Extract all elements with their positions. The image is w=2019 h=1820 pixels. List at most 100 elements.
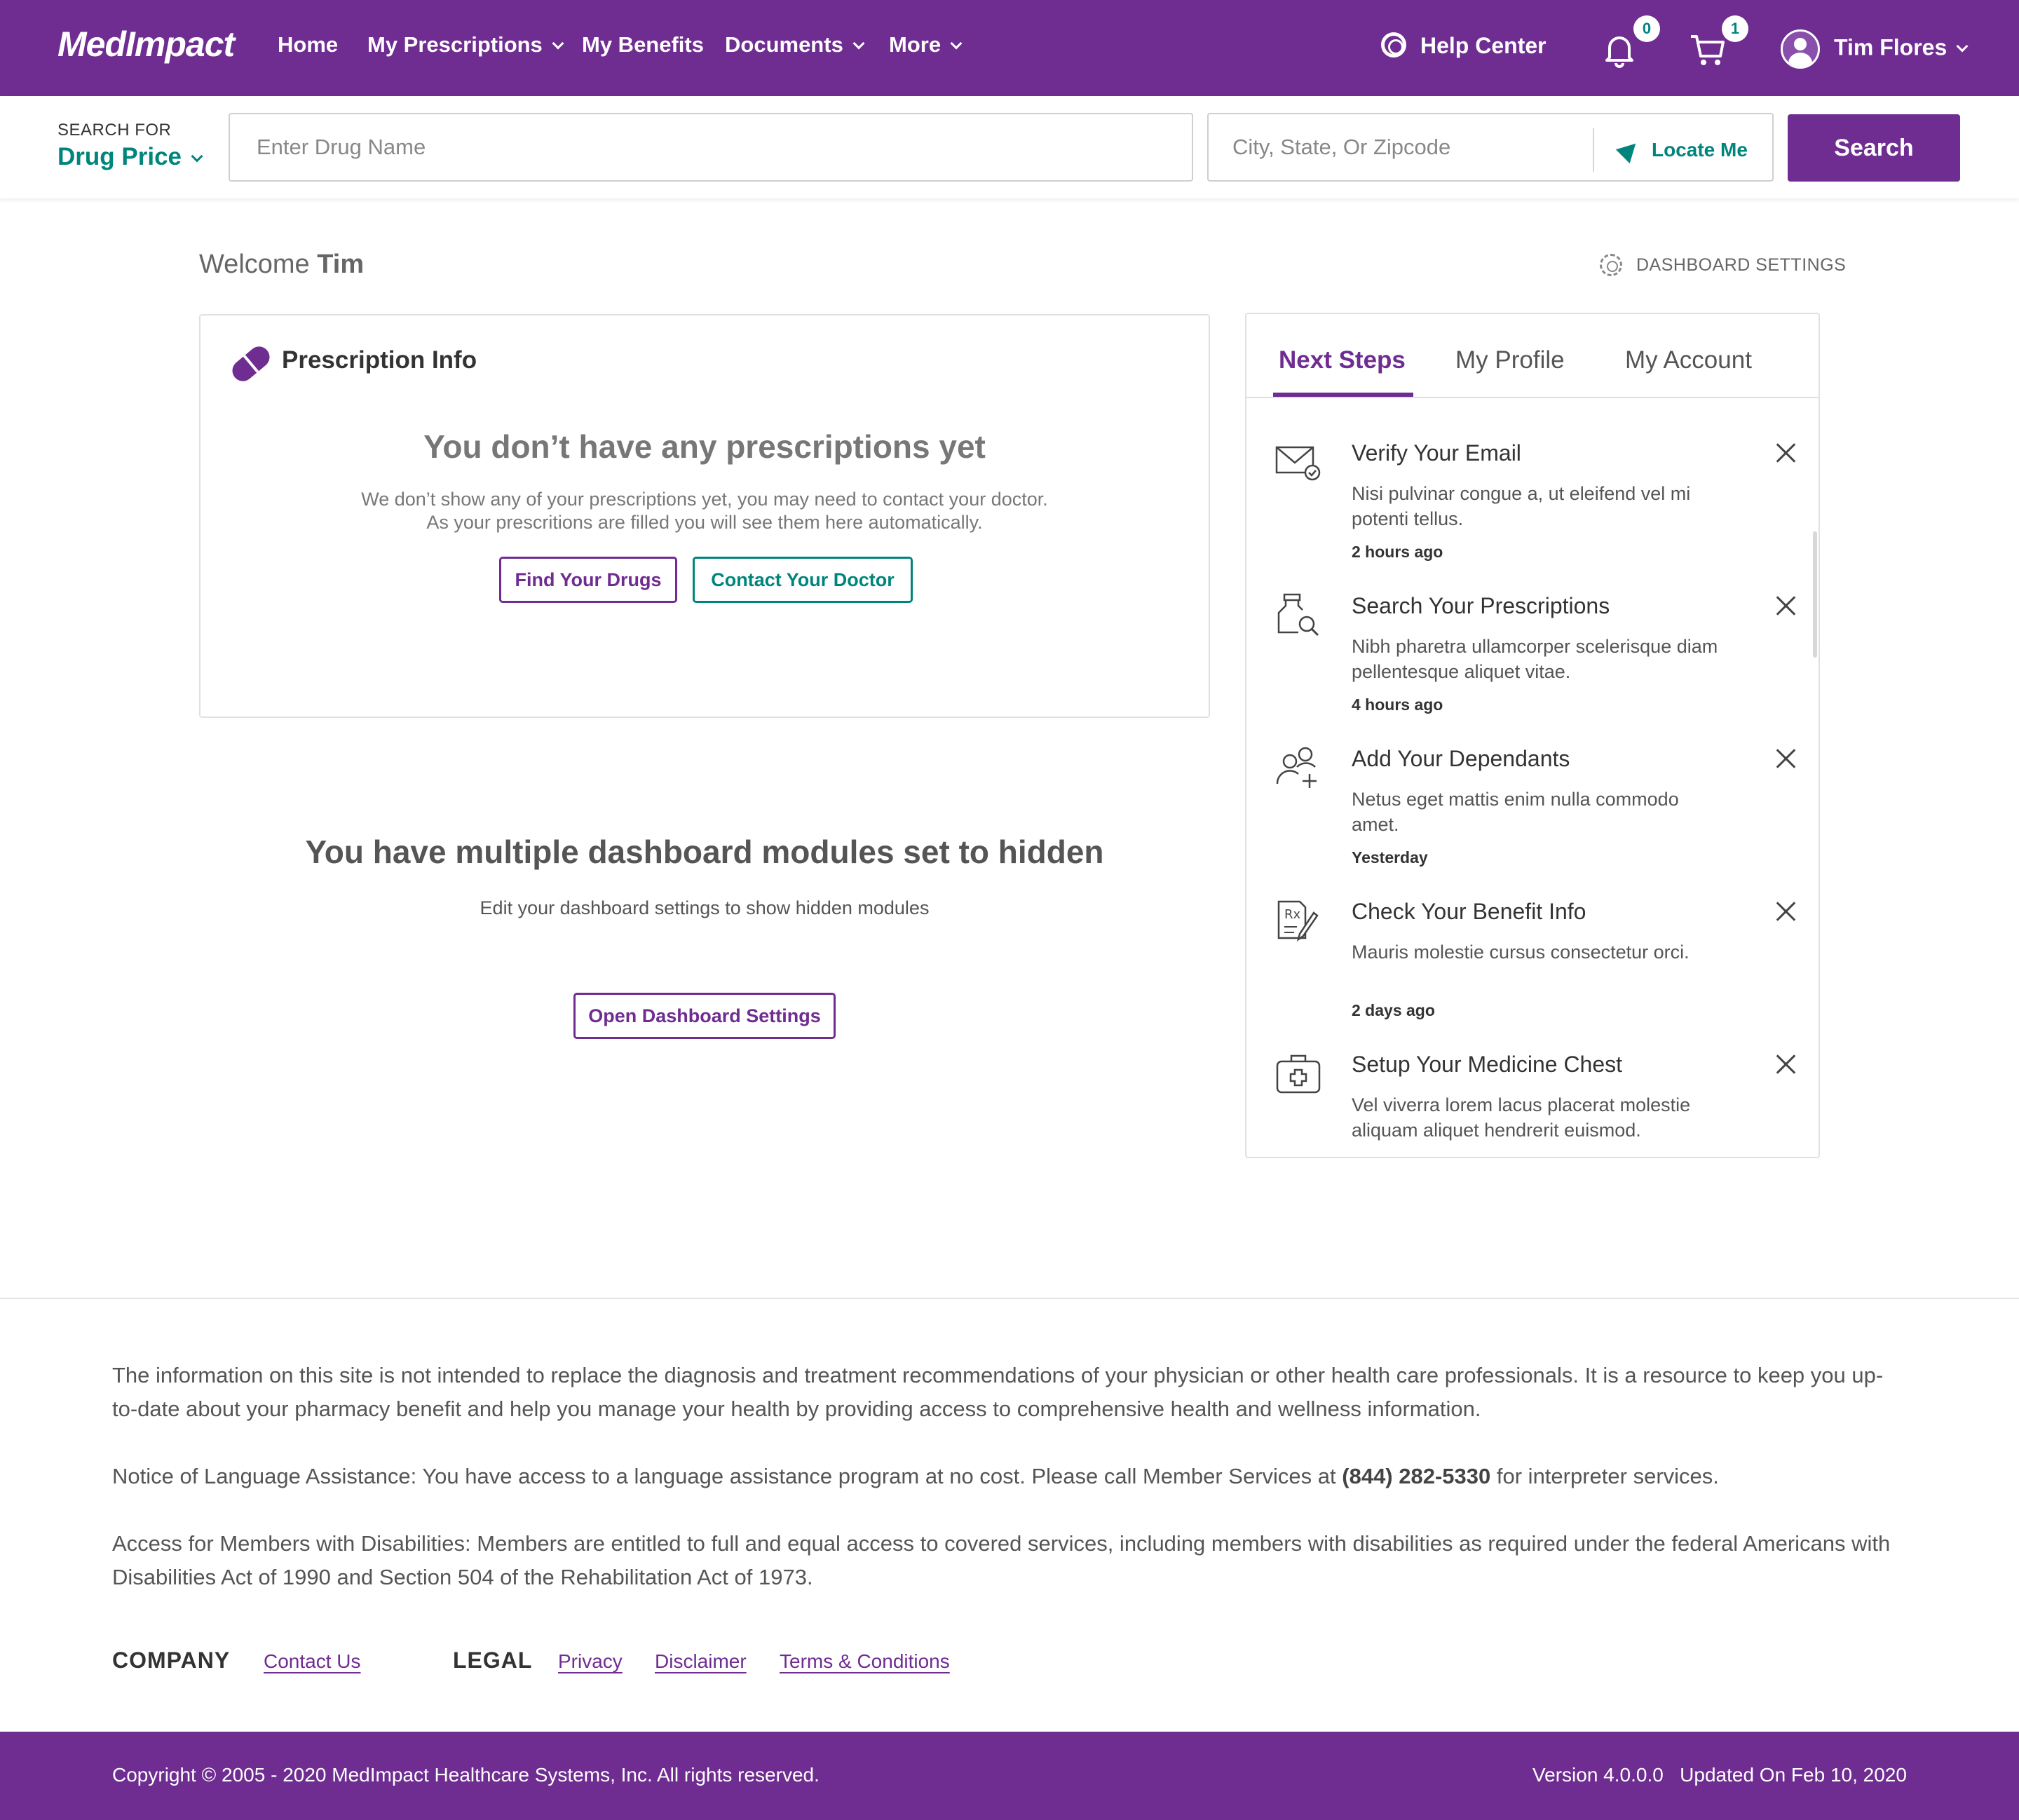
list-item: Search Your Prescriptions Nibh pharetra …: [1246, 590, 1819, 743]
drug-name-placeholder: Enter Drug Name: [257, 135, 426, 159]
locate-me-button[interactable]: Locate Me: [1593, 128, 1748, 172]
chevron-down-icon: [191, 150, 203, 163]
step-title: Check Your Benefit Info: [1352, 899, 1586, 924]
list-item: Rx Check Your Benefit Info Mauris molest…: [1246, 896, 1819, 1049]
footer-language-notice: Notice of Language Assistance: You have …: [112, 1460, 1907, 1493]
nav-my-prescriptions-label: My Prescriptions: [367, 32, 543, 57]
drug-name-input[interactable]: Enter Drug Name: [229, 113, 1193, 182]
list-item: Add Your Dependants Netus eget mattis en…: [1246, 743, 1819, 896]
search-type-select[interactable]: Drug Price: [57, 143, 203, 171]
panel-tabs: Next Steps My Profile My Account: [1246, 314, 1819, 398]
cart-icon: [1691, 35, 1725, 65]
rx-document-icon: Rx: [1277, 900, 1319, 942]
tab-my-account[interactable]: My Account: [1625, 346, 1752, 374]
find-your-drugs-button[interactable]: Find Your Drugs: [499, 557, 677, 603]
tab-my-profile[interactable]: My Profile: [1455, 346, 1565, 374]
step-description: Mauris molestie cursus consectetur orci.: [1352, 942, 1690, 963]
footer-divider: [0, 1298, 2019, 1299]
step-description: Nisi pulvinar congue a, ut eleifend vel …: [1352, 483, 1691, 529]
close-icon[interactable]: [1774, 746, 1799, 771]
step-time: 2 days ago: [1352, 1001, 1435, 1019]
locate-me-label: Locate Me: [1652, 139, 1748, 161]
empty-state-title: You don’t have any prescriptions yet: [423, 428, 986, 465]
version-info: Version 4.0.0.0 Updated On Feb 10, 2020: [1532, 1764, 1907, 1786]
step-title: Setup Your Medicine Chest: [1352, 1052, 1623, 1077]
step-time: Yesterday: [1352, 848, 1428, 867]
contact-your-doctor-button[interactable]: Contact Your Doctor: [693, 557, 913, 603]
nav-documents[interactable]: Documents: [725, 32, 865, 57]
list-item: Setup Your Medicine Chest Vel viverra lo…: [1246, 1049, 1819, 1157]
active-tab-indicator: [1273, 393, 1413, 397]
welcome-name: Tim: [317, 250, 365, 279]
legal-heading: LEGAL: [453, 1648, 533, 1673]
search-for-label: SEARCH FOR: [57, 121, 172, 140]
language-notice-prefix: Notice of Language Assistance: You have …: [112, 1464, 1336, 1488]
nav-more-label: More: [889, 32, 941, 57]
bell-icon: [1605, 36, 1633, 68]
nav-home-label: Home: [278, 32, 339, 57]
pill-icon: [228, 342, 274, 386]
updated-date: Updated On Feb 10, 2020: [1680, 1764, 1907, 1786]
step-description: Nibh pharetra ullamcorper scelerisque di…: [1352, 636, 1718, 682]
step-title: Search Your Prescriptions: [1352, 593, 1610, 618]
envelope-check-icon: [1275, 446, 1321, 481]
dashboard-settings-link[interactable]: DASHBOARD SETTINGS: [1600, 254, 1846, 276]
tab-next-steps[interactable]: Next Steps: [1279, 346, 1406, 374]
close-icon[interactable]: [1774, 899, 1799, 924]
location-placeholder: City, State, Or Zipcode: [1232, 135, 1451, 159]
avatar: [1781, 29, 1820, 69]
user-menu[interactable]: Tim Flores: [1781, 29, 1969, 69]
footer-disclaimer-text: The information on this site is not inte…: [112, 1363, 1884, 1421]
close-icon[interactable]: [1774, 593, 1799, 618]
member-services-phone: (844) 282-5330: [1342, 1464, 1491, 1488]
notifications-button[interactable]: 0: [1600, 15, 1660, 69]
gear-icon: [1600, 254, 1622, 276]
bottle-search-icon: [1277, 593, 1319, 637]
welcome-message: Welcome Tim: [199, 250, 364, 280]
open-dashboard-settings-button[interactable]: Open Dashboard Settings: [573, 993, 836, 1039]
search-type-value: Drug Price: [57, 143, 182, 170]
add-users-icon: [1276, 747, 1317, 788]
copyright-text: Copyright © 2005 - 2020 MedImpact Health…: [112, 1764, 820, 1786]
help-center-link[interactable]: Help Center: [1381, 32, 1546, 59]
nav-my-prescriptions[interactable]: My Prescriptions: [367, 32, 564, 57]
step-time: 2 hours ago: [1352, 543, 1443, 561]
contact-us-link[interactable]: Contact Us: [264, 1650, 361, 1673]
svg-text:Rx: Rx: [1284, 907, 1301, 922]
nav-more[interactable]: More: [889, 32, 963, 57]
terms-conditions-link[interactable]: Terms & Conditions: [780, 1650, 950, 1673]
nav-my-benefits[interactable]: My Benefits: [582, 32, 704, 57]
location-arrow-icon: [1615, 136, 1643, 164]
medicine-chest-icon: [1276, 1054, 1321, 1094]
notifications-count-badge: 0: [1633, 15, 1660, 42]
nav-home[interactable]: Home: [278, 32, 338, 57]
user-name: Tim Flores: [1834, 34, 1947, 60]
medimpact-logo[interactable]: MedImpact: [57, 24, 235, 64]
hidden-modules-description: Edit your dashboard settings to show hid…: [480, 897, 930, 918]
prescription-info-card: Prescription Info You don’t have any pre…: [199, 314, 1210, 718]
step-title: Verify Your Email: [1352, 440, 1521, 466]
copyright-bar: Copyright © 2005 - 2020 MedImpact Health…: [0, 1732, 2019, 1820]
empty-state-description: We don’t show any of your prescriptions …: [200, 488, 1209, 534]
company-heading: COMPANY: [112, 1648, 231, 1673]
list-item: Verify Your Email Nisi pulvinar congue a…: [1246, 437, 1819, 590]
footer-disabilities-text: Access for Members with Disabilities: Me…: [112, 1531, 1891, 1589]
nav-my-benefits-label: My Benefits: [582, 32, 704, 57]
step-title: Add Your Dependants: [1352, 746, 1570, 771]
next-steps-panel: Next Steps My Profile My Account Verify …: [1245, 313, 1820, 1158]
cart-button[interactable]: 1: [1688, 15, 1748, 69]
lifebuoy-icon: [1381, 32, 1406, 57]
close-icon[interactable]: [1774, 1052, 1799, 1077]
help-center-label: Help Center: [1420, 33, 1546, 58]
empty-state-line-2: As your prescritions are filled you will…: [426, 512, 983, 533]
close-icon[interactable]: [1774, 440, 1799, 466]
chevron-down-icon: [1956, 40, 1969, 53]
disclaimer-link[interactable]: Disclaimer: [655, 1650, 747, 1673]
search-button[interactable]: Search: [1788, 114, 1960, 182]
card-title: Prescription Info: [282, 346, 477, 374]
dashboard-settings-label: DASHBOARD SETTINGS: [1636, 255, 1847, 275]
step-time: 4 hours ago: [1352, 695, 1443, 714]
welcome-prefix: Welcome: [199, 250, 310, 279]
privacy-link[interactable]: Privacy: [558, 1650, 623, 1673]
chevron-down-icon: [852, 37, 865, 50]
